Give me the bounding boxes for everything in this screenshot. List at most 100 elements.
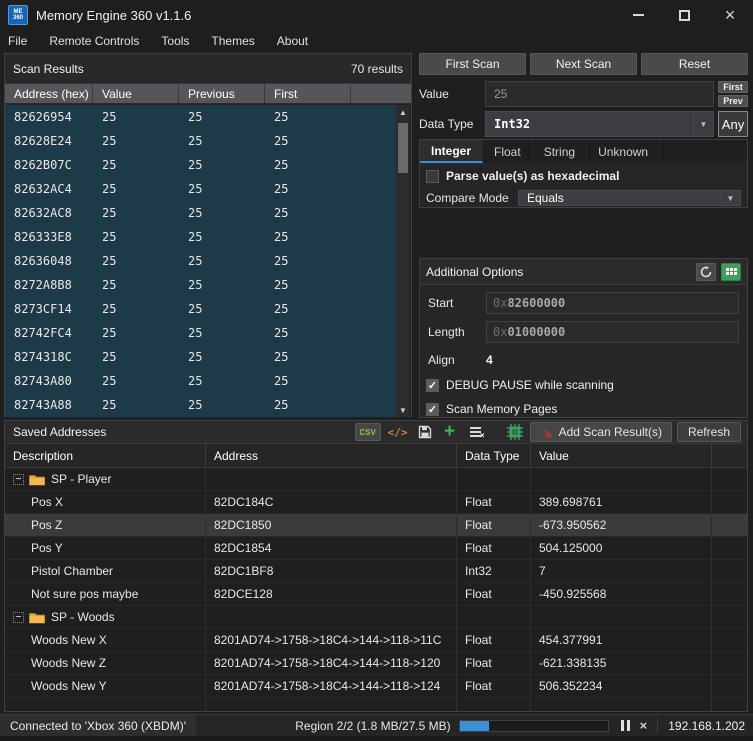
any-button[interactable]: Any (718, 111, 748, 137)
data-type-cell: Int32 (457, 560, 531, 582)
group-row[interactable]: −SP - Player (5, 468, 747, 491)
scan-results-column-header: Address (hex) Value Previous First (5, 84, 411, 104)
scan-result-row[interactable]: 8272A8B8252525 (5, 273, 397, 297)
scan-type-tabbox: Integer Float String Unknown Parse value… (419, 139, 748, 208)
app-logo-icon: ME 360 (8, 5, 28, 25)
scan-result-row[interactable]: 82632AC4252525 (5, 177, 397, 201)
column-first[interactable]: First (265, 84, 351, 103)
scan-cell-value: 25 (93, 105, 179, 129)
tab-integer[interactable]: Integer (420, 140, 483, 163)
close-button[interactable]: × (707, 0, 753, 30)
memory-chip-button[interactable] (505, 423, 525, 441)
empty-cell (712, 606, 747, 628)
export-csv-button[interactable]: CSV (355, 423, 381, 441)
pause-button[interactable] (621, 720, 630, 731)
scrollbar-down-icon[interactable]: ▼ (396, 403, 410, 417)
scan-results-scrollbar[interactable]: ▲ ▼ (396, 105, 410, 417)
scan-result-row[interactable]: 8273CF14252525 (5, 297, 397, 321)
maximize-button[interactable] (661, 0, 707, 30)
add-scan-results-button[interactable]: Add Scan Result(s) (530, 422, 672, 442)
saved-addresses-column-header: Description Address Data Type Value (5, 444, 747, 468)
menu-about[interactable]: About (277, 34, 308, 48)
address-cell: 82DC1BF8 (206, 560, 457, 582)
scan-memory-pages-checkbox[interactable]: ✓ (426, 403, 439, 416)
length-hex-prefix: 0x (493, 325, 507, 339)
scan-cell-first: 25 (265, 393, 351, 417)
scan-result-row[interactable]: 82743A88252525 (5, 393, 397, 417)
saved-address-row[interactable]: Woods New X8201AD74->1758->18C4->144->11… (5, 629, 747, 652)
address-cell: 82DC1850 (206, 514, 457, 536)
window-title: Memory Engine 360 v1.1.6 (36, 8, 191, 23)
first-value-button[interactable]: First (718, 81, 748, 93)
column-description[interactable]: Description (5, 444, 206, 467)
reset-button[interactable]: Reset (641, 53, 748, 75)
collapse-expander[interactable]: − (13, 474, 24, 485)
data-type-dropdown[interactable]: Int32 ▼ (485, 111, 714, 137)
value-input[interactable]: 25 (485, 81, 714, 107)
cancel-icon: × (640, 718, 648, 733)
status-bar: Connected to 'Xbox 360 (XBDM)' Region 2/… (0, 714, 753, 736)
refresh-ranges-button[interactable] (696, 263, 716, 281)
cancel-scan-button[interactable]: × (640, 718, 648, 733)
code-export-button[interactable]: </> (386, 423, 410, 441)
scan-result-row[interactable]: 82636048252525 (5, 249, 397, 273)
scan-result-row[interactable]: 8262B07C252525 (5, 153, 397, 177)
description-cell: Woods New X (5, 629, 206, 651)
scan-result-row[interactable]: 826333E8252525 (5, 225, 397, 249)
column-previous[interactable]: Previous (179, 84, 265, 103)
menu-remote-controls[interactable]: Remote Controls (49, 34, 139, 48)
debug-pause-checkbox[interactable]: ✓ (426, 379, 439, 392)
column-value[interactable]: Value (531, 444, 712, 467)
saved-address-row[interactable]: Pos Z82DC1850Float-673.950562 (5, 514, 747, 537)
address-cell: 82DC1854 (206, 537, 457, 559)
prev-value-button[interactable]: Prev (718, 95, 748, 107)
scrollbar-thumb[interactable] (398, 123, 408, 173)
scan-result-row[interactable]: 82743A80252525 (5, 369, 397, 393)
scan-cell-address: 8273CF14 (5, 297, 93, 321)
compare-mode-dropdown[interactable]: Equals ▼ (518, 190, 741, 206)
parse-hex-checkbox[interactable] (426, 170, 439, 183)
first-scan-button[interactable]: First Scan (419, 53, 526, 75)
saved-address-row[interactable]: Woods New Y8201AD74->1758->18C4->144->11… (5, 675, 747, 698)
scan-result-row[interactable]: 8274318C252525 (5, 345, 397, 369)
column-address-hex[interactable]: Address (hex) (5, 84, 93, 103)
scan-result-row[interactable]: 82628E24252525 (5, 129, 397, 153)
next-scan-button[interactable]: Next Scan (530, 53, 637, 75)
data-type-value: Int32 (486, 117, 693, 131)
saved-address-row[interactable]: Pos X82DC184CFloat389.698761 (5, 491, 747, 514)
saved-address-row[interactable]: Pistol Chamber82DC1BF8Int327 (5, 560, 747, 583)
scan-result-row[interactable]: 82742FC4252525 (5, 321, 397, 345)
saved-address-row[interactable]: Not sure pos maybe82DCE128Float-450.9255… (5, 583, 747, 606)
saved-address-row[interactable]: Woods New Z8201AD74->1758->18C4->144->11… (5, 652, 747, 675)
scrollbar-up-icon[interactable]: ▲ (396, 105, 410, 119)
memory-regions-button[interactable] (721, 263, 741, 281)
data-type-cell: Float (457, 514, 531, 536)
app-window: ME 360 Memory Engine 360 v1.1.6 × File R… (0, 0, 753, 741)
collapse-expander[interactable]: − (13, 612, 24, 623)
saved-address-row[interactable]: Pos Y82DC1854Float504.125000 (5, 537, 747, 560)
refresh-button[interactable]: Refresh (677, 422, 741, 442)
scan-result-row[interactable]: 82626954252525 (5, 105, 397, 129)
menu-file[interactable]: File (8, 34, 27, 48)
tab-float[interactable]: Float (483, 140, 533, 163)
description-cell: Pistol Chamber (5, 560, 206, 582)
length-input[interactable]: 0x01000000 (486, 321, 739, 343)
start-input[interactable]: 0x82600000 (486, 292, 739, 314)
column-data-type[interactable]: Data Type (457, 444, 531, 467)
scan-result-row[interactable]: 82632AC8252525 (5, 201, 397, 225)
tab-unknown[interactable]: Unknown (587, 140, 660, 163)
column-address[interactable]: Address (206, 444, 457, 467)
column-value[interactable]: Value (93, 84, 179, 103)
clear-list-button[interactable]: × (465, 423, 487, 441)
minimize-button[interactable] (615, 0, 661, 30)
tab-string[interactable]: String (533, 140, 587, 163)
add-address-button[interactable]: + (440, 423, 460, 441)
menu-themes[interactable]: Themes (211, 34, 254, 48)
address-cell: 8201AD74->1758->18C4->144->118->124 (206, 675, 457, 697)
menu-tools[interactable]: Tools (161, 34, 189, 48)
value-cell: -673.950562 (531, 514, 712, 536)
empty-cell (712, 468, 747, 490)
group-row[interactable]: −SP - Woods (5, 606, 747, 629)
save-button[interactable] (415, 423, 435, 441)
additional-options-title: Additional Options (426, 265, 691, 279)
